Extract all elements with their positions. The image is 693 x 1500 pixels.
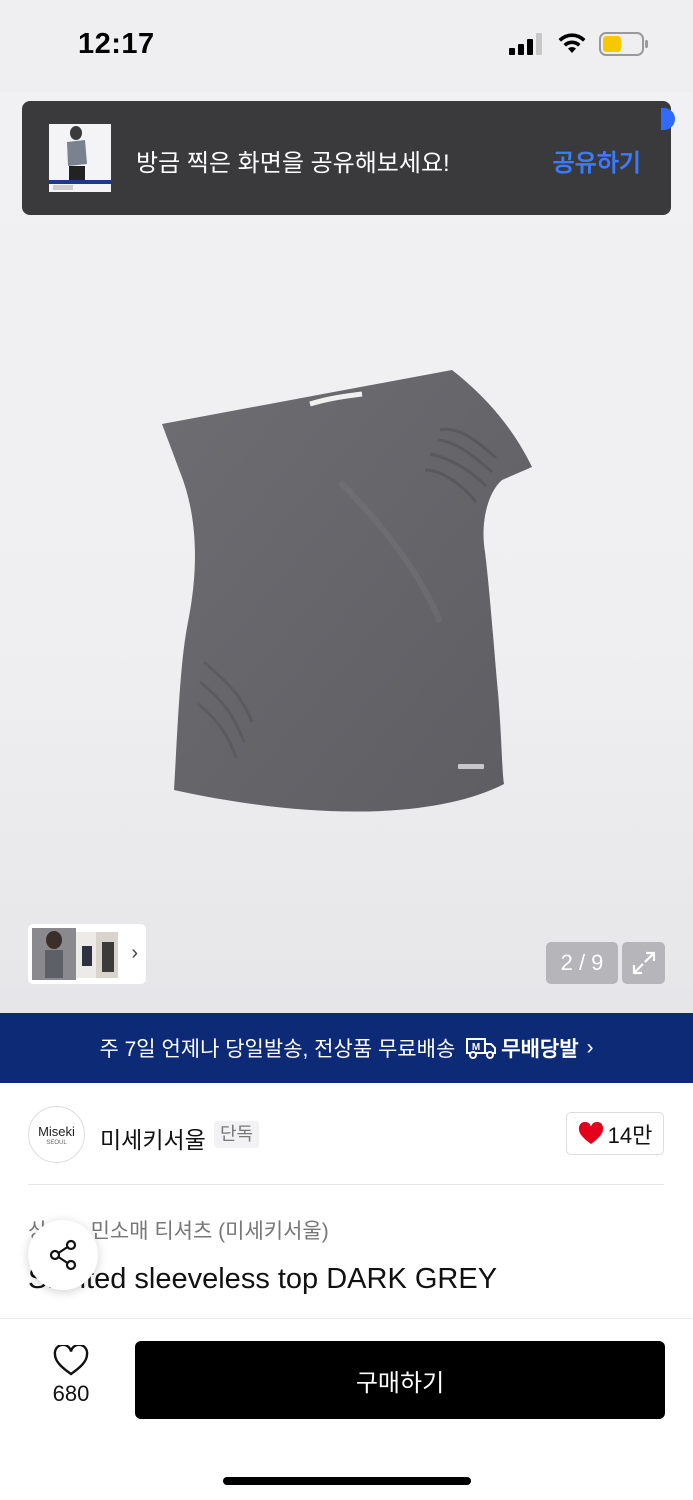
brand-like-count: 14만 <box>607 1122 653 1148</box>
brand-logo-sub: SEOUL <box>46 1139 67 1146</box>
shipping-banner[interactable]: 주 7일 언제나 당일발송, 전상품 무료배송 M 무배당발 › <box>0 1013 693 1083</box>
bottom-action-bar: 680 구매하기 <box>0 1318 693 1500</box>
signal-icon <box>509 33 542 55</box>
toast-message: 방금 찍은 화면을 공유해보세요! <box>136 150 450 177</box>
exclusive-badge: 단독 <box>214 1121 260 1148</box>
brand-logo[interactable]: Miseki SEOUL <box>28 1106 85 1163</box>
share-icon <box>49 1239 77 1271</box>
banner-badge-text: 무배당발 <box>501 1038 579 1061</box>
truck-icon: M <box>466 1038 497 1059</box>
banner-text: 주 7일 언제나 당일발송, 전상품 무료배송 <box>99 1038 456 1061</box>
expand-icon <box>632 951 655 975</box>
banner-badge: M 무배당발 › <box>465 1033 594 1063</box>
expand-button[interactable] <box>622 942 665 984</box>
page-counter: 2 / 9 <box>546 942 618 984</box>
heart-icon <box>53 1345 89 1376</box>
product-image[interactable] <box>140 362 560 832</box>
share-toast-button[interactable]: 공유하기 <box>553 143 641 178</box>
brand-row: Miseki SEOUL 미세키서울 단독 14만 <box>0 1100 693 1170</box>
brand-logo-text: Miseki <box>38 1123 75 1139</box>
chevron-right-icon: › <box>131 942 138 964</box>
status-bar: 12:17 <box>0 0 693 92</box>
toast-thumbnail <box>49 124 111 192</box>
notification-dot <box>661 108 675 130</box>
share-toast: 방금 찍은 화면을 공유해보세요! 공유하기 <box>22 101 671 215</box>
chevron-right-icon: › <box>586 1036 594 1059</box>
thumbnail-strip-button[interactable]: › <box>28 924 146 984</box>
divider <box>28 1184 664 1185</box>
brand-name[interactable]: 미세키서울 <box>100 1121 206 1155</box>
buy-button[interactable]: 구매하기 <box>135 1341 665 1419</box>
wifi-icon <box>558 33 586 53</box>
share-button[interactable] <box>28 1220 98 1290</box>
thumbnail-preview <box>32 928 118 980</box>
wishlist-count: 680 <box>52 1381 90 1406</box>
product-gallery[interactable]: 방금 찍은 화면을 공유해보세요! 공유하기 › 2 / 9 <box>0 92 693 1013</box>
wishlist-button[interactable]: 680 <box>28 1345 114 1415</box>
battery-icon <box>599 32 648 56</box>
product-title: Slanted sleeveless top DARK GREY <box>28 1263 498 1295</box>
heart-icon <box>578 1121 603 1144</box>
home-indicator <box>223 1477 471 1485</box>
status-icons <box>509 32 649 56</box>
status-time: 12:17 <box>78 28 155 60</box>
brand-like-button[interactable]: 14만 <box>566 1112 664 1155</box>
svg-text:M: M <box>472 1042 480 1053</box>
